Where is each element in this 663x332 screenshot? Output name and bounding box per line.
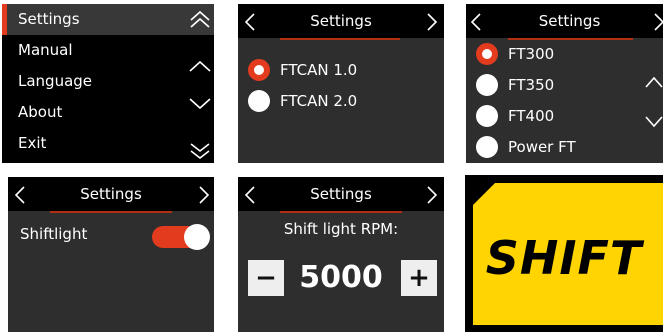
radio-label: Power FT	[508, 138, 576, 156]
chevron-right-icon[interactable]	[653, 13, 663, 31]
page-title: Settings	[310, 185, 372, 203]
menu-item-label: Exit	[18, 134, 47, 152]
title-underline	[280, 38, 400, 40]
radio-unselected-icon	[476, 136, 498, 158]
title-underline	[280, 211, 402, 213]
header-bar: Settings	[238, 4, 444, 38]
shiftlight-settings-screen: Settings Shiftlight	[8, 177, 214, 332]
radio-unselected-icon	[248, 90, 270, 112]
radio-selected-icon	[248, 59, 270, 81]
decrement-button[interactable]: −	[248, 260, 284, 296]
radio-unselected-icon	[476, 105, 498, 127]
shiftlight-toggle[interactable]	[152, 224, 210, 250]
page-title: Settings	[80, 185, 142, 203]
double-chevron-up-icon[interactable]	[188, 9, 212, 31]
page-title: Settings	[310, 12, 372, 30]
radio-label: FT300	[508, 45, 555, 63]
menu-screen: Settings Manual Language About Exit	[2, 4, 214, 163]
menu-item-label: Manual	[18, 41, 73, 59]
header-bar: Settings	[8, 177, 214, 211]
menu-item-settings[interactable]: Settings	[2, 4, 184, 35]
chevron-up-icon[interactable]	[645, 76, 663, 88]
header-bar: Settings	[466, 4, 663, 38]
title-underline	[50, 211, 172, 213]
chevron-up-icon[interactable]	[188, 59, 212, 73]
page-title: Settings	[538, 12, 601, 30]
radio-label: FT350	[508, 76, 555, 94]
radio-unselected-icon	[476, 74, 498, 96]
shift-text: SHIFT	[485, 231, 643, 285]
chevron-right-icon[interactable]	[426, 186, 438, 204]
radio-label: FT400	[508, 107, 555, 125]
header-bar: Settings	[238, 177, 444, 211]
shiftlight-label: Shiftlight	[20, 225, 88, 243]
double-chevron-down-icon[interactable]	[188, 142, 212, 162]
can-settings-screen: Settings FTCAN 1.0 FTCAN 2.0	[238, 4, 444, 163]
menu-item-exit[interactable]: Exit	[2, 128, 184, 159]
menu-item-label: Settings	[18, 10, 80, 28]
increment-button[interactable]: +	[401, 260, 437, 296]
radio-label: FTCAN 1.0	[280, 61, 358, 79]
toggle-knob	[184, 224, 210, 250]
radio-label: FTCAN 2.0	[280, 92, 358, 110]
chevron-down-icon[interactable]	[645, 116, 663, 128]
radio-selected-icon	[476, 43, 498, 65]
rpm-label: Shift light RPM:	[283, 220, 399, 238]
menu-item-manual[interactable]: Manual	[2, 35, 184, 66]
rpm-value: 5000	[299, 260, 383, 295]
title-underline	[508, 38, 633, 40]
chevron-down-icon[interactable]	[188, 97, 212, 111]
menu-item-language[interactable]: Language	[2, 66, 184, 97]
shift-alert-screen: SHIFT	[465, 175, 663, 332]
chevron-right-icon[interactable]	[426, 13, 438, 31]
chevron-right-icon[interactable]	[198, 186, 210, 204]
rpm-settings-screen: Settings Shift light RPM: − 5000 +	[238, 177, 444, 332]
menu-item-about[interactable]: About	[2, 97, 184, 128]
menu-item-label: About	[18, 103, 63, 121]
menu-item-label: Language	[18, 72, 93, 90]
ecu-settings-screen: Settings FT300 FT350 FT400 Power FT	[466, 4, 663, 163]
